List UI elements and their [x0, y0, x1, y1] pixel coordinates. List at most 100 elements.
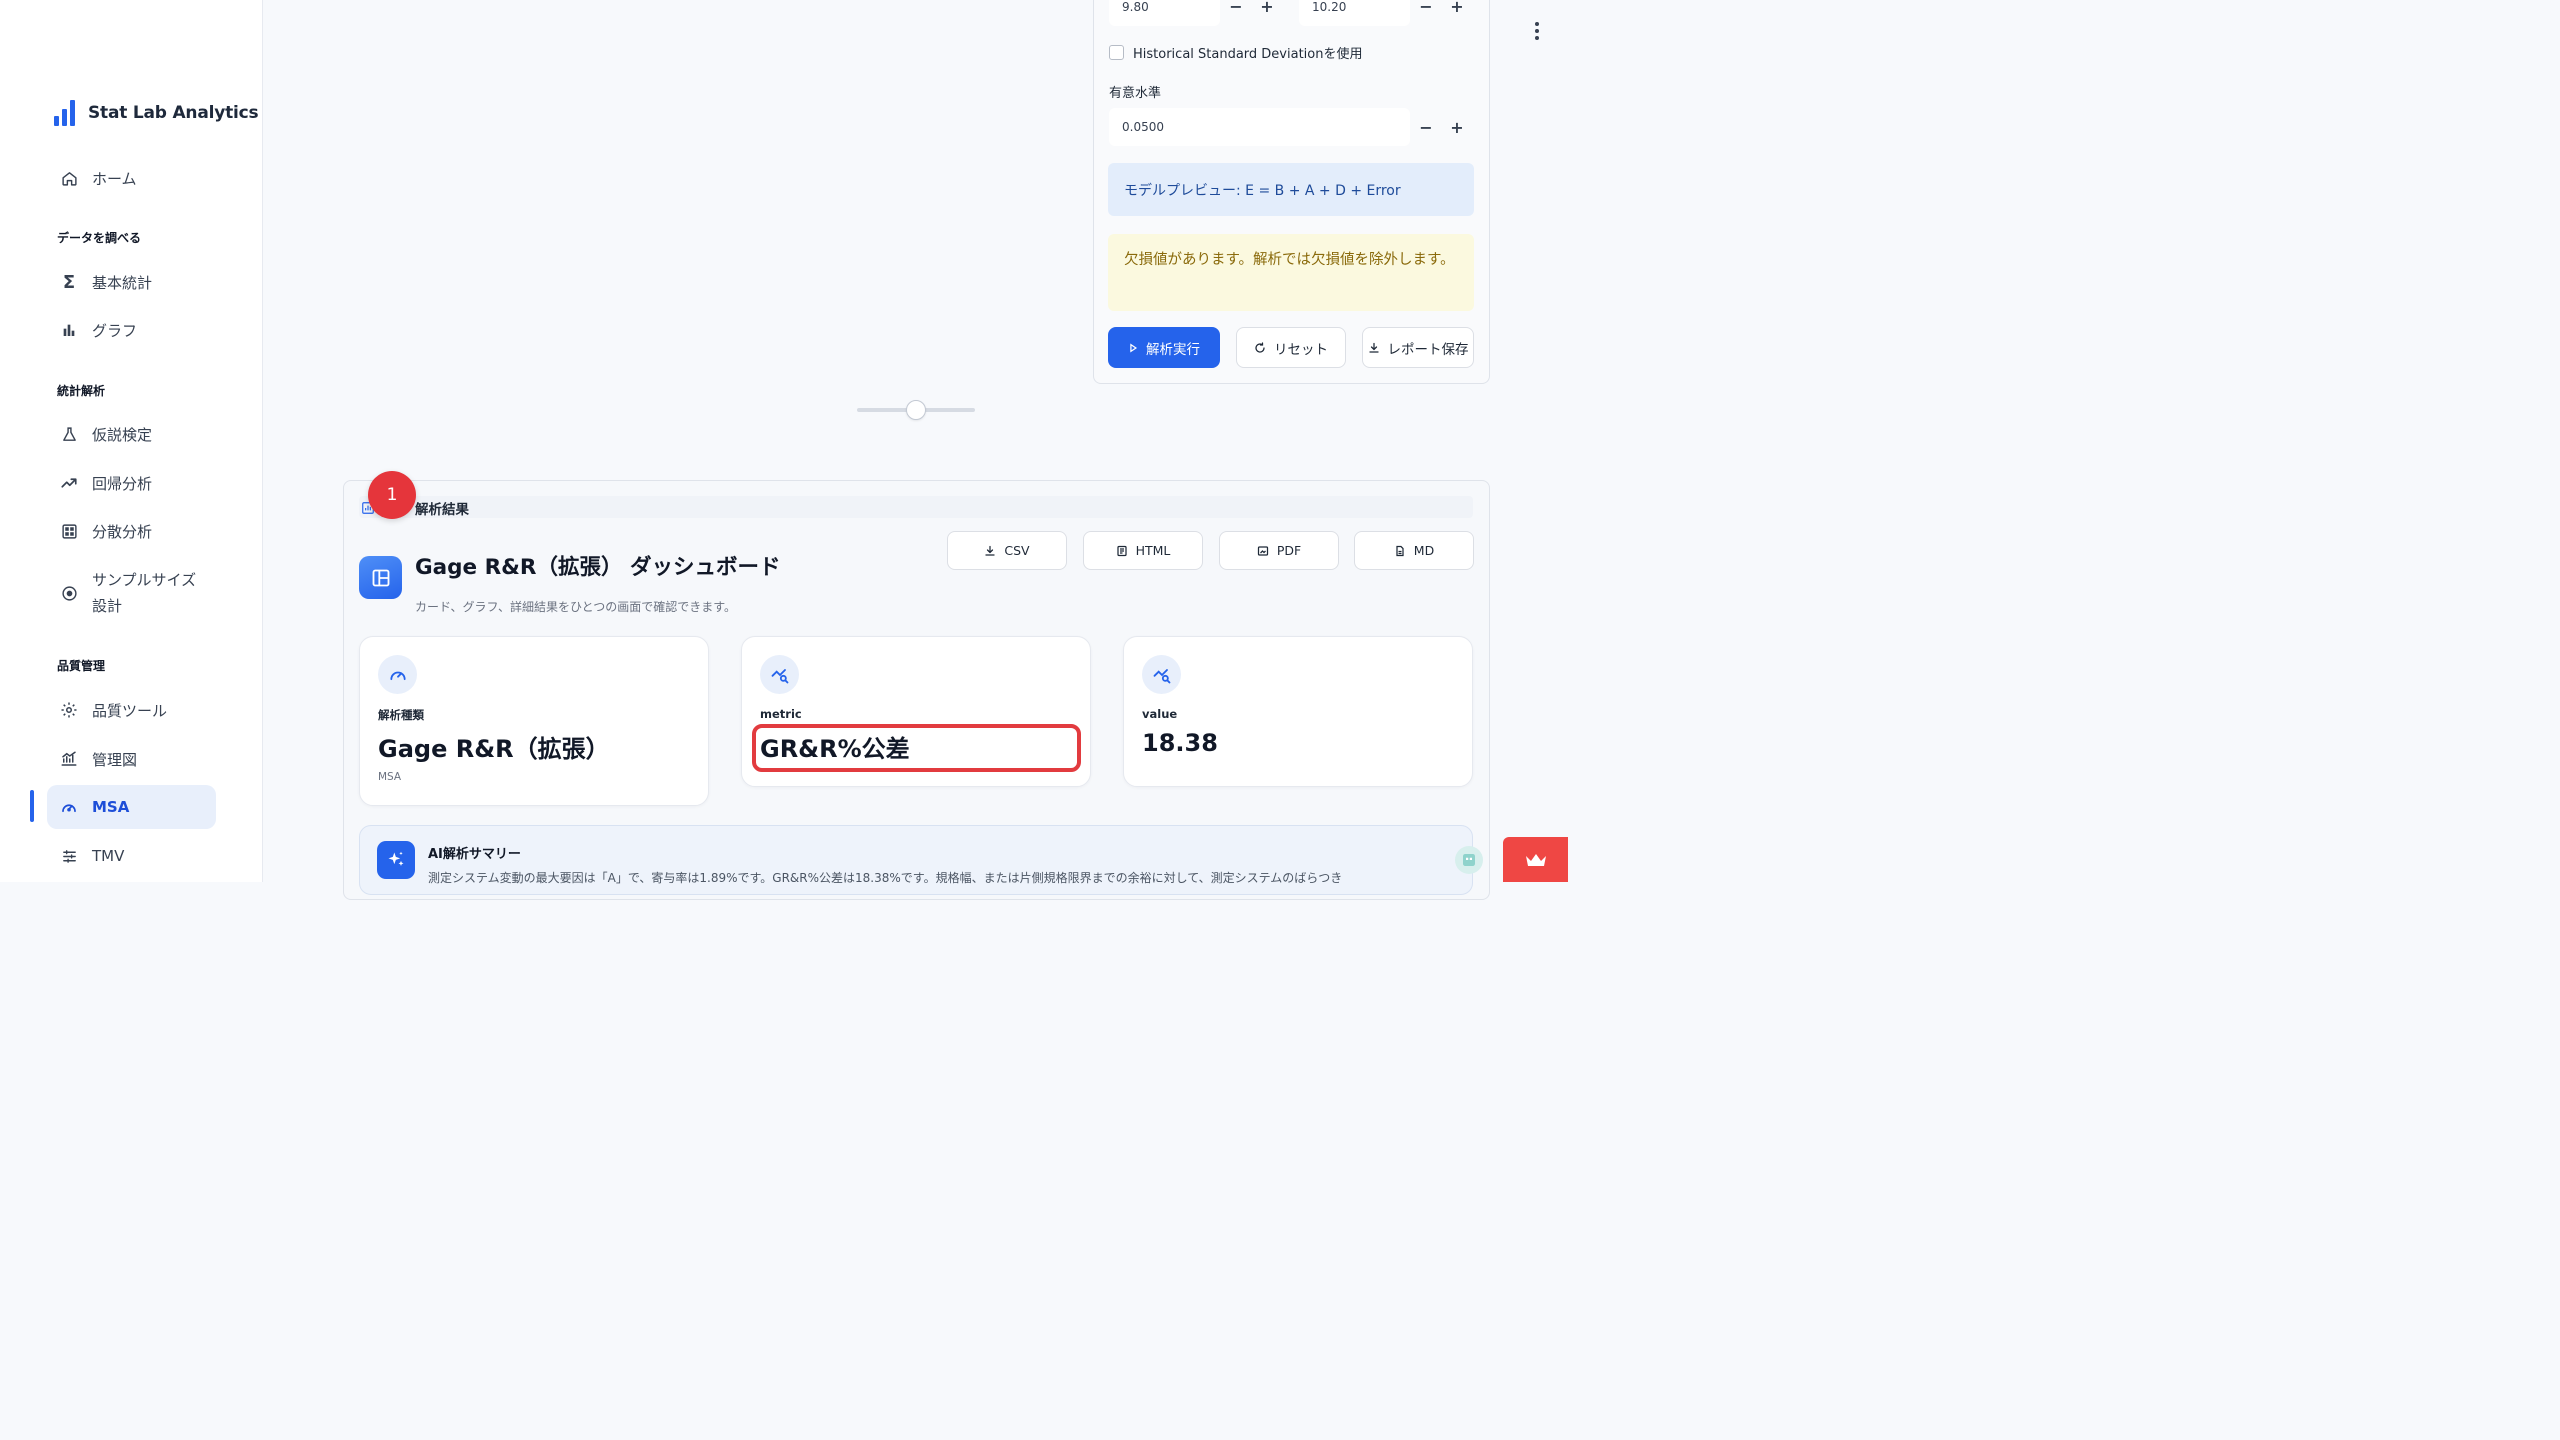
spec-upper-input[interactable]: 10.20: [1299, 0, 1410, 26]
save-report-button[interactable]: レポート保存: [1362, 327, 1474, 368]
sidebar-item-label: 基本統計: [92, 273, 153, 292]
sidebar-item-regression[interactable]: 回帰分析: [47, 461, 216, 505]
trend-search-icon: [1142, 655, 1181, 694]
dashboard-title: Gage R&R（拡張） ダッシュボード: [415, 555, 781, 580]
label-line-1: サンプルサイズ: [92, 571, 197, 589]
sidebar: Stat Lab Analytics ホーム データを調べる Σ 基本統計 グラ…: [0, 0, 263, 882]
export-csv-button[interactable]: CSV: [947, 531, 1067, 570]
model-preview: モデルプレビュー: E = B + A + D + Error: [1108, 163, 1474, 216]
sidebar-item-hypothesis[interactable]: 仮説検定: [47, 412, 216, 456]
download-icon: [985, 545, 996, 556]
historical-sd-option[interactable]: Historical Standard Deviationを使用: [1109, 43, 1362, 62]
sidebar-item-sample-size[interactable]: サンプルサイズ 設計: [47, 565, 216, 621]
spec-lower-decrement-button[interactable]: −: [1221, 0, 1251, 21]
sliders-icon: [60, 847, 78, 865]
more-options-icon[interactable]: [1534, 22, 1540, 40]
sidebar-item-control-chart[interactable]: 管理図: [47, 737, 216, 781]
grid-icon: [60, 522, 78, 540]
brand-name: Stat Lab Analytics: [88, 103, 259, 123]
metric-card-value: value 18.38: [1123, 636, 1473, 787]
sidebar-item-anova[interactable]: 分散分析: [47, 509, 216, 553]
section-title-analysis: 統計解析: [57, 384, 106, 398]
export-md-button[interactable]: MD: [1354, 531, 1474, 570]
spec-lower-increment-button[interactable]: +: [1252, 0, 1282, 21]
results-header-bar: [359, 496, 1473, 518]
spec-upper-decrement-button[interactable]: −: [1411, 0, 1441, 21]
export-csv-label: CSV: [1004, 543, 1030, 558]
export-pdf-button[interactable]: PDF: [1219, 531, 1339, 570]
spec-lower-input[interactable]: 9.80: [1109, 0, 1220, 26]
reset-label: リセット: [1274, 341, 1328, 358]
significance-decrement-button[interactable]: −: [1411, 112, 1441, 142]
sidebar-item-quality-tools[interactable]: 品質ツール: [47, 688, 216, 732]
sidebar-item-home[interactable]: ホーム: [47, 156, 216, 200]
historical-sd-label: Historical Standard Deviationを使用: [1133, 47, 1363, 62]
refresh-icon: [1255, 341, 1265, 353]
save-report-label: レポート保存: [1387, 341, 1469, 358]
gauge-icon: [378, 655, 417, 694]
crown-icon[interactable]: [1503, 837, 1568, 882]
step-badge: 1: [368, 471, 416, 519]
label-line-2: 設計: [92, 597, 123, 615]
sigma-icon: Σ: [62, 271, 76, 293]
line-chart-icon: [60, 750, 78, 768]
reset-button[interactable]: リセット: [1236, 327, 1346, 368]
export-md-label: MD: [1413, 543, 1435, 558]
gear-icon: [60, 701, 78, 719]
section-title-quality: 品質管理: [57, 659, 106, 673]
spec-upper-increment-button[interactable]: +: [1442, 0, 1472, 21]
active-indicator: [30, 790, 34, 822]
home-icon: [60, 169, 78, 187]
export-html-button[interactable]: HTML: [1083, 531, 1203, 570]
bar-chart-logo-icon: [54, 100, 78, 126]
layout-icon: [359, 556, 402, 599]
brand[interactable]: Stat Lab Analytics: [54, 100, 259, 126]
sidebar-item-basic-stats[interactable]: Σ 基本統計: [47, 260, 216, 304]
historical-sd-checkbox[interactable]: [1109, 45, 1124, 60]
sidebar-item-label: ホーム: [92, 169, 137, 188]
export-html-label: HTML: [1135, 543, 1171, 558]
sidebar-item-tmv[interactable]: TMV: [47, 834, 216, 878]
download-icon: [1368, 342, 1379, 353]
export-pdf-label: PDF: [1276, 543, 1302, 558]
sidebar-item-label: サンプルサイズ 設計: [92, 567, 196, 619]
sparkles-icon: [377, 841, 415, 879]
sidebar-item-label: 回帰分析: [92, 474, 153, 493]
trend-search-icon: [760, 655, 799, 694]
metric-label: value: [1142, 707, 1178, 721]
metric-label: 解析種類: [378, 708, 424, 722]
dashboard-subtitle: カード、グラフ、詳細結果をひとつの画面で確認できます。: [415, 600, 737, 614]
file-text-icon: [1116, 545, 1127, 556]
sidebar-item-label: MSA: [92, 798, 130, 816]
sidebar-item-label: TMV: [92, 847, 125, 865]
sidebar-item-msa[interactable]: MSA: [47, 785, 216, 829]
trending-up-icon: [60, 474, 78, 492]
significance-increment-button[interactable]: +: [1442, 112, 1472, 142]
results-title-text: 解析結果: [415, 502, 469, 518]
gauge-icon: [60, 798, 78, 816]
metric-label: metric: [760, 707, 802, 721]
document-icon: [1396, 545, 1404, 556]
metric-card-analysis-type: 解析種類 Gage R&R（拡張） MSA: [359, 636, 709, 806]
metric-value: 18.38: [1142, 729, 1218, 757]
run-analysis-label: 解析実行: [1146, 341, 1200, 358]
assistant-icon[interactable]: [1455, 846, 1483, 874]
sidebar-item-graph[interactable]: グラフ: [47, 308, 216, 352]
play-icon: [1130, 342, 1138, 353]
ai-summary-title: AI解析サマリー: [428, 847, 521, 862]
missing-values-warning: 欠損値があります。解析では欠損値を除外します。: [1108, 234, 1474, 311]
section-title-explore: データを調べる: [57, 231, 142, 245]
sidebar-item-label: グラフ: [92, 321, 138, 340]
significance-input[interactable]: 0.0500: [1109, 108, 1410, 146]
target-icon: [60, 584, 78, 602]
significance-label: 有意水準: [1109, 86, 1162, 101]
sidebar-item-label: 品質ツール: [92, 701, 168, 720]
metric-sub: MSA: [378, 771, 402, 783]
resize-slider-handle[interactable]: [906, 400, 926, 420]
bar-chart-icon: [60, 321, 78, 339]
sidebar-item-label: 仮説検定: [92, 425, 153, 444]
annotation-highlight-box: [752, 724, 1081, 772]
sidebar-item-label: 管理図: [92, 750, 138, 769]
metric-value: Gage R&R（拡張）: [378, 735, 610, 763]
run-analysis-button[interactable]: 解析実行: [1108, 327, 1220, 368]
